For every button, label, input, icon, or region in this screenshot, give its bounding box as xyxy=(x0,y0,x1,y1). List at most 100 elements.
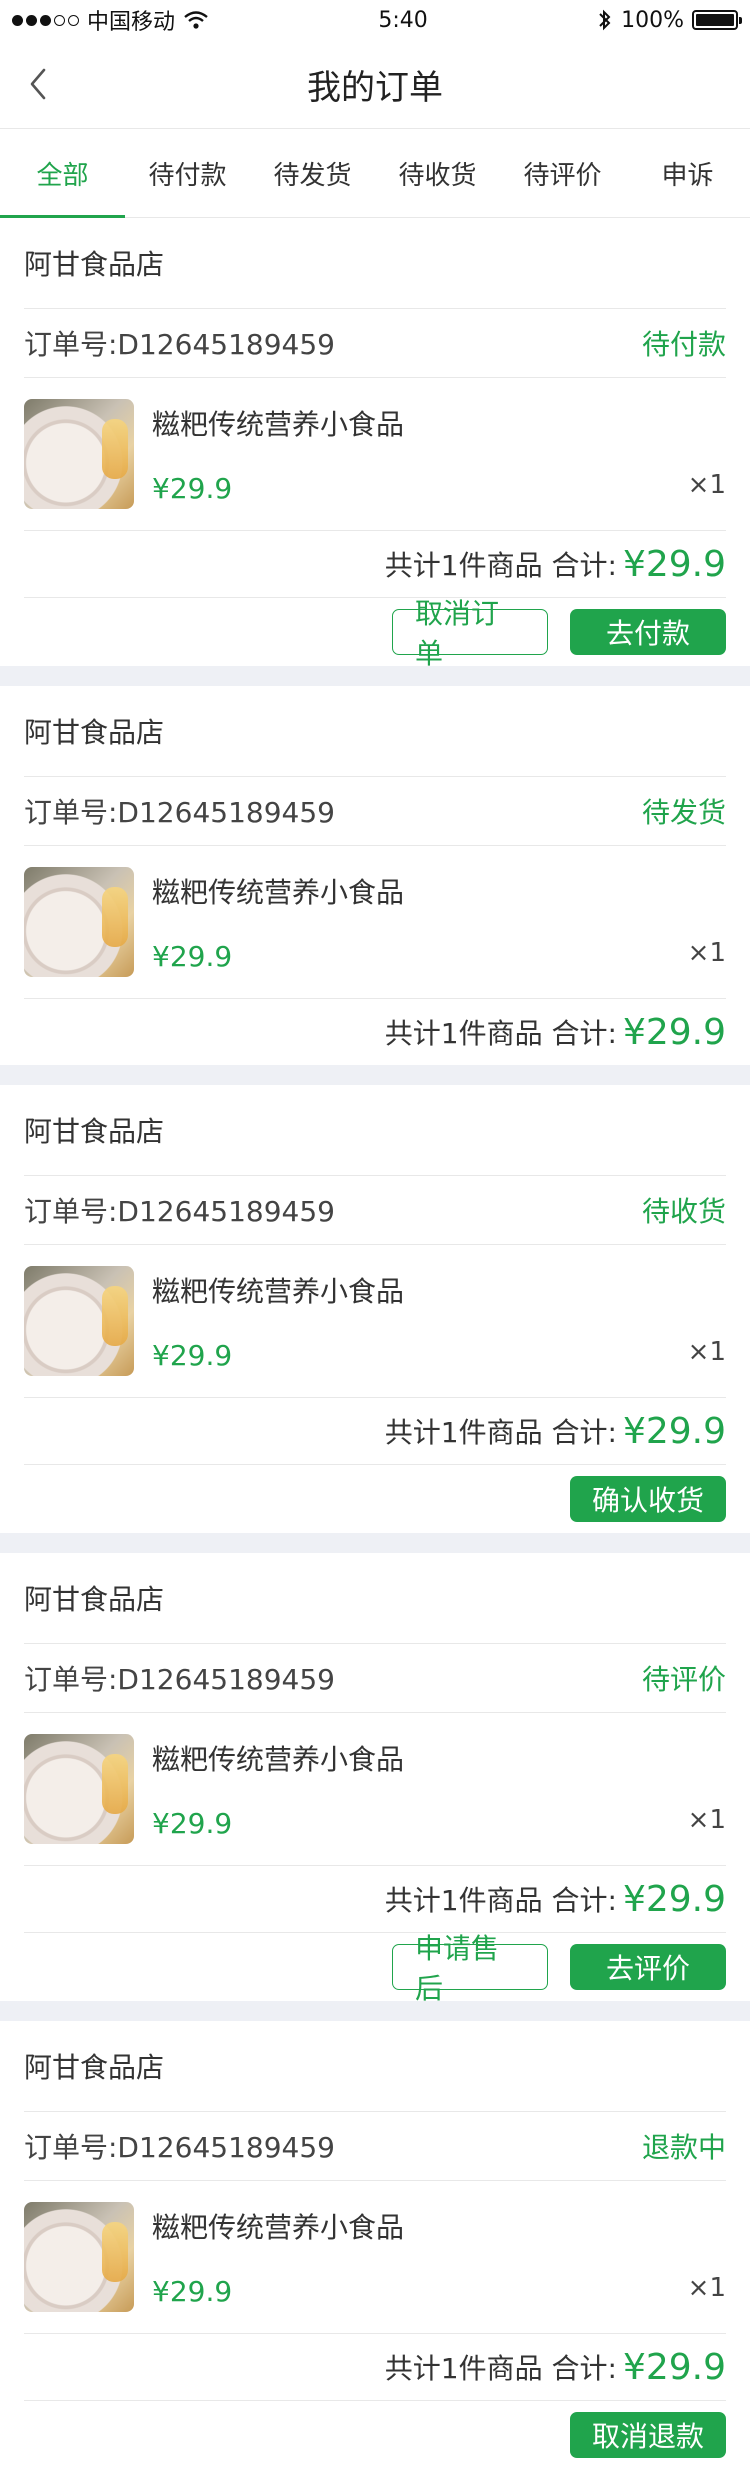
order-card: 阿甘食品店订单号:D12645189459 退款中糍粑传统营养小食品 ¥29.9 ×1… xyxy=(0,2021,750,2469)
battery-label: 100% xyxy=(621,7,684,33)
product-row[interactable]: 糍粑传统营养小食品 ¥29.9 ×1 xyxy=(24,378,726,531)
order-number: 订单号:D12645189459 xyxy=(24,328,335,361)
tab-pending-review[interactable]: 待评价 xyxy=(500,129,625,217)
order-total: ¥29.9 xyxy=(622,1878,726,1920)
order-status: 待付款 xyxy=(641,328,726,361)
product-info: 糍粑传统营养小食品 ¥29.9 xyxy=(152,1734,404,1844)
product-row[interactable]: 糍粑传统营养小食品 ¥29.9 ×1 xyxy=(24,1713,726,1866)
status-right: 100% xyxy=(597,7,742,33)
product-price: ¥29.9 xyxy=(152,472,233,505)
status-time: 5:40 xyxy=(378,7,428,33)
page-title: 我的订单 xyxy=(307,67,443,108)
order-card: 阿甘食品店订单号:D12645189459 待付款糍粑传统营养小食品 ¥29.9 ×1… xyxy=(0,218,750,670)
product-name: 糍粑传统营养小食品 xyxy=(152,876,405,909)
summary-text: 共计1件商品 合计: xyxy=(384,1416,617,1449)
product-price: ¥29.9 xyxy=(152,1807,233,1840)
summary-text: 共计1件商品 合计: xyxy=(384,1884,617,1917)
pay-button[interactable]: 去付款 xyxy=(570,609,726,655)
order-summary: 共计1件商品 合计: ¥29.9 xyxy=(24,2334,726,2400)
chevron-left-icon xyxy=(30,68,46,100)
signal-icon xyxy=(12,14,79,26)
product-image xyxy=(24,1266,134,1376)
product-price: ¥29.9 xyxy=(152,940,233,973)
product-row[interactable]: 糍粑传统营养小食品 ¥29.9 ×1 xyxy=(24,2181,726,2334)
product-price: ¥29.9 xyxy=(152,2275,233,2308)
summary-text: 共计1件商品 合计: xyxy=(384,1017,617,1050)
order-status: 退款中 xyxy=(641,2131,726,2164)
product-name: 糍粑传统营养小食品 xyxy=(152,408,405,441)
product-row[interactable]: 糍粑传统营养小食品 ¥29.9 ×1 xyxy=(24,846,726,999)
confirm-receipt-button[interactable]: 确认收货 xyxy=(570,1476,726,1522)
order-number: 订单号:D12645189459 xyxy=(24,2131,335,2164)
status-bar: 中国移动 5:40 100% xyxy=(0,0,750,40)
order-summary: 共计1件商品 合计: ¥29.9 xyxy=(24,1398,726,1464)
review-button[interactable]: 去评价 xyxy=(570,1944,726,1990)
product-quantity: ×1 xyxy=(687,938,726,968)
order-actions: 确认收货 xyxy=(24,1464,726,1533)
order-number: 订单号:D12645189459 xyxy=(24,1195,335,1228)
product-quantity: ×1 xyxy=(687,1805,726,1835)
order-status: 待发货 xyxy=(641,796,726,829)
nav-bar: 我的订单 xyxy=(0,40,750,129)
order-header: 订单号:D12645189459 退款中 xyxy=(24,2112,726,2181)
order-status: 待评价 xyxy=(641,1663,726,1696)
product-quantity: ×1 xyxy=(687,470,726,500)
shop-name[interactable]: 阿甘食品店 xyxy=(24,1553,726,1644)
order-card: 阿甘食品店订单号:D12645189459 待收货糍粑传统营养小食品 ¥29.9 ×1… xyxy=(0,1085,750,1533)
order-total: ¥29.9 xyxy=(622,1011,726,1053)
tab-all[interactable]: 全部 xyxy=(0,129,125,218)
shop-name[interactable]: 阿甘食品店 xyxy=(24,686,726,777)
order-total: ¥29.9 xyxy=(622,1410,726,1452)
product-row[interactable]: 糍粑传统营养小食品 ¥29.9 ×1 xyxy=(24,1245,726,1398)
tab-pending-receipt[interactable]: 待收货 xyxy=(375,129,500,217)
product-quantity: ×1 xyxy=(687,2273,726,2303)
status-left: 中国移动 xyxy=(12,4,209,36)
after-sales-button[interactable]: 申请售后 xyxy=(392,1932,548,2005)
product-price: ¥29.9 xyxy=(152,1339,233,1372)
shop-name[interactable]: 阿甘食品店 xyxy=(24,218,726,309)
order-actions: 取消退款 xyxy=(24,2400,726,2469)
order-summary: 共计1件商品 合计: ¥29.9 xyxy=(24,1866,726,1932)
product-info: 糍粑传统营养小食品 ¥29.9 xyxy=(152,2202,404,2312)
order-actions: 取消订单 去付款 xyxy=(24,597,726,670)
order-card: 阿甘食品店订单号:D12645189459 待评价糍粑传统营养小食品 ¥29.9 ×1… xyxy=(0,1553,750,2005)
order-header: 订单号:D12645189459 待评价 xyxy=(24,1644,726,1713)
order-tabs: 全部 待付款 待发货 待收货 待评价 申诉 xyxy=(0,129,750,218)
battery-icon xyxy=(691,10,742,30)
order-header: 订单号:D12645189459 待付款 xyxy=(24,309,726,378)
product-name: 糍粑传统营养小食品 xyxy=(152,1743,405,1776)
order-header: 订单号:D12645189459 待发货 xyxy=(24,777,726,846)
back-button[interactable] xyxy=(16,62,60,106)
summary-text: 共计1件商品 合计: xyxy=(384,2352,617,2385)
order-number: 订单号:D12645189459 xyxy=(24,796,335,829)
product-name: 糍粑传统营养小食品 xyxy=(152,1275,405,1308)
product-info: 糍粑传统营养小食品 ¥29.9 xyxy=(152,867,404,977)
order-number: 订单号:D12645189459 xyxy=(24,1663,335,1696)
order-list: 阿甘食品店 订单号:D12645189459 待付款 糍粑传统营养小食品 ¥29.9 ×1… xyxy=(0,218,750,2469)
product-info: 糍粑传统营养小食品 ¥29.9 xyxy=(152,399,404,509)
summary-text: 共计1件商品 合计: xyxy=(384,549,617,582)
order-card: 阿甘食品店订单号:D12645189459 待发货糍粑传统营养小食品 ¥29.9 ×1… xyxy=(0,686,750,1065)
shop-name[interactable]: 阿甘食品店 xyxy=(24,2021,726,2112)
product-image xyxy=(24,399,134,509)
product-image xyxy=(24,867,134,977)
product-name: 糍粑传统营养小食品 xyxy=(152,2211,405,2244)
tab-appeal[interactable]: 申诉 xyxy=(625,129,750,217)
shop-name[interactable]: 阿甘食品店 xyxy=(24,1085,726,1176)
order-total: ¥29.9 xyxy=(622,543,726,585)
tab-pending-payment[interactable]: 待付款 xyxy=(125,129,250,217)
order-status: 待收货 xyxy=(641,1195,726,1228)
product-image xyxy=(24,1734,134,1844)
order-total: ¥29.9 xyxy=(622,2346,726,2388)
order-summary: 共计1件商品 合计: ¥29.9 xyxy=(24,531,726,597)
product-quantity: ×1 xyxy=(687,1337,726,1367)
cancel-refund-button[interactable]: 取消退款 xyxy=(570,2412,726,2458)
order-header: 订单号:D12645189459 待收货 xyxy=(24,1176,726,1245)
product-image xyxy=(24,2202,134,2312)
bluetooth-icon xyxy=(599,9,611,31)
tab-pending-shipment[interactable]: 待发货 xyxy=(250,129,375,217)
product-info: 糍粑传统营养小食品 ¥29.9 xyxy=(152,1266,404,1376)
cancel-order-button[interactable]: 取消订单 xyxy=(392,597,548,670)
carrier-label: 中国移动 xyxy=(87,10,176,35)
order-actions: 申请售后 去评价 xyxy=(24,1932,726,2005)
